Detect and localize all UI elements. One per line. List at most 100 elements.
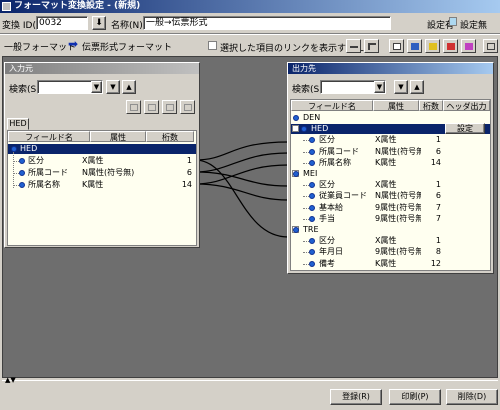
field-node-icon [309, 193, 315, 199]
output-row[interactable]: DEN [291, 113, 490, 123]
output-search-next-button[interactable]: ▼ [394, 80, 408, 94]
output-field-grid: フィールド名 属性 桁数 ヘッダ出力 DEN HED 設定 区分 X属性 1 所属コード N属… [290, 99, 491, 271]
header-output-setting-button[interactable]: 設定 [445, 123, 485, 134]
field-name: 所属名称 [319, 158, 351, 167]
field-digits [419, 225, 441, 235]
field-attr: 9属性(符号無) [375, 247, 421, 256]
input-tool-2-button[interactable] [144, 100, 159, 114]
field-digits [138, 144, 192, 154]
field-attr: N属性(符号無) [82, 168, 135, 177]
output-row[interactable]: 区分 X属性 1 [291, 135, 490, 145]
field-digits: 1 [435, 135, 441, 144]
field-digits: 1 [186, 156, 192, 165]
input-search-dropdown[interactable]: ▼ [91, 81, 102, 93]
chevron-down-icon: ▼ [376, 83, 383, 91]
link-line-shozoku-name [194, 164, 289, 185]
field-name: DEN [303, 113, 321, 122]
input-tool-4-button[interactable] [180, 100, 195, 114]
input-col-digits[interactable]: 桁数 [146, 131, 194, 142]
input-search-label: 検索(S) [9, 85, 40, 95]
field-node-icon [293, 171, 299, 177]
field-attr: X属性 [375, 180, 397, 189]
field-node-icon [309, 261, 315, 267]
field-attr: 9属性(符号無) [375, 203, 421, 212]
output-col-header-output[interactable]: ヘッダ出力 [443, 100, 490, 111]
field-digits [419, 169, 441, 179]
output-search-label: 検索(S) [292, 85, 323, 95]
field-attr: X属性 [82, 156, 104, 165]
input-row[interactable]: 区分 X属性 1 [8, 156, 196, 166]
delete-button[interactable]: 削除(D) [446, 389, 498, 405]
input-col-attr[interactable]: 属性 [90, 131, 146, 142]
field-attr: K属性 [375, 259, 397, 268]
field-attr [82, 144, 138, 154]
input-tool-3-button[interactable] [162, 100, 177, 114]
tab-hed[interactable]: HED [7, 118, 29, 130]
output-row[interactable]: 区分 X属性 1 [291, 236, 490, 246]
field-digits: 1 [435, 180, 441, 189]
link-icon [184, 104, 192, 111]
field-name: HED [20, 144, 38, 153]
field-name: 基本給 [319, 203, 343, 212]
field-digits: 8 [435, 247, 441, 256]
field-node-icon [309, 160, 315, 166]
field-attr: K属性 [82, 180, 104, 189]
field-name: 区分 [319, 180, 335, 189]
input-tool-1-button[interactable] [126, 100, 141, 114]
splitter-toggle-icon[interactable]: ▲▼ [5, 376, 16, 384]
input-row[interactable]: 所属名称 K属性 14 [8, 180, 196, 190]
field-node-icon [301, 126, 307, 132]
field-node-icon [309, 249, 315, 255]
field-node-icon [19, 182, 25, 188]
output-row[interactable]: 所属コード N属性(符号無) 6 [291, 147, 490, 157]
output-row[interactable]: 備考 K属性 12 [291, 259, 490, 269]
arrow-up-icon: ▲ [126, 83, 132, 91]
output-col-attr[interactable]: 属性 [373, 100, 419, 111]
field-name: 年月日 [319, 247, 343, 256]
output-col-field-name[interactable]: フィールド名 [291, 100, 373, 111]
arrow-up-icon: ▲ [414, 83, 420, 91]
field-node-icon [309, 216, 315, 222]
output-row[interactable]: MEI [291, 169, 490, 179]
field-attr [375, 169, 421, 179]
output-search-dropdown[interactable]: ▼ [374, 81, 385, 93]
output-row[interactable]: 所属名称 K属性 14 [291, 158, 490, 168]
output-search-prev-button[interactable]: ▲ [410, 80, 424, 94]
output-panel: 出力先 検索(S) ▼ ▼ ▲ フィールド名 属性 桁数 ヘッダ出力 DEN HE… [287, 62, 494, 274]
field-node-icon [293, 227, 299, 233]
input-row[interactable]: 所属コード N属性(符号無) 6 [8, 168, 196, 178]
field-name: 手当 [319, 214, 335, 223]
print-button[interactable]: 印刷(P) [389, 389, 441, 405]
input-search-next-button[interactable]: ▼ [106, 80, 120, 94]
collapse-toggle-icon[interactable] [292, 125, 299, 132]
field-digits: 1 [435, 236, 441, 245]
field-digits: 6 [435, 147, 441, 156]
field-node-icon [19, 158, 25, 164]
field-name: 従業員コード [319, 191, 367, 200]
output-row[interactable]: TRE [291, 225, 490, 235]
field-node-icon [309, 238, 315, 244]
splitter-bar[interactable] [2, 380, 498, 384]
output-col-digits[interactable]: 桁数 [419, 100, 443, 111]
link-line-tre-kubun [194, 171, 289, 187]
field-digits: 6 [435, 191, 441, 200]
field-digits: 14 [181, 180, 192, 189]
output-row-selected[interactable]: HED 設定 [291, 123, 490, 134]
output-row[interactable]: 年月日 9属性(符号無) 8 [291, 247, 490, 257]
field-name: 区分 [319, 135, 335, 144]
output-row[interactable]: 区分 X属性 1 [291, 180, 490, 190]
output-row[interactable]: 基本給 9属性(符号無) 7 [291, 203, 490, 213]
field-node-icon [11, 146, 17, 152]
input-row-selected[interactable]: HED [8, 144, 196, 154]
input-panel: 入力元 検索(S) ▼ ▼ ▲ HED フィールド名 属性 桁数 HED 区分 X属… [4, 62, 200, 248]
field-name: MEI [303, 169, 318, 178]
output-row[interactable]: 手当 9属性(符号無) 7 [291, 214, 490, 224]
arrow-down-icon: ▼ [398, 83, 404, 91]
register-button[interactable]: 登録(R) [330, 389, 382, 405]
input-col-field-name[interactable]: フィールド名 [8, 131, 90, 142]
input-search-prev-button[interactable]: ▲ [122, 80, 136, 94]
field-attr [375, 113, 421, 123]
input-panel-title: 入力元 [5, 63, 199, 74]
output-row[interactable]: 従業員コード N属性(符号無) 6 [291, 191, 490, 201]
field-node-icon [19, 170, 25, 176]
